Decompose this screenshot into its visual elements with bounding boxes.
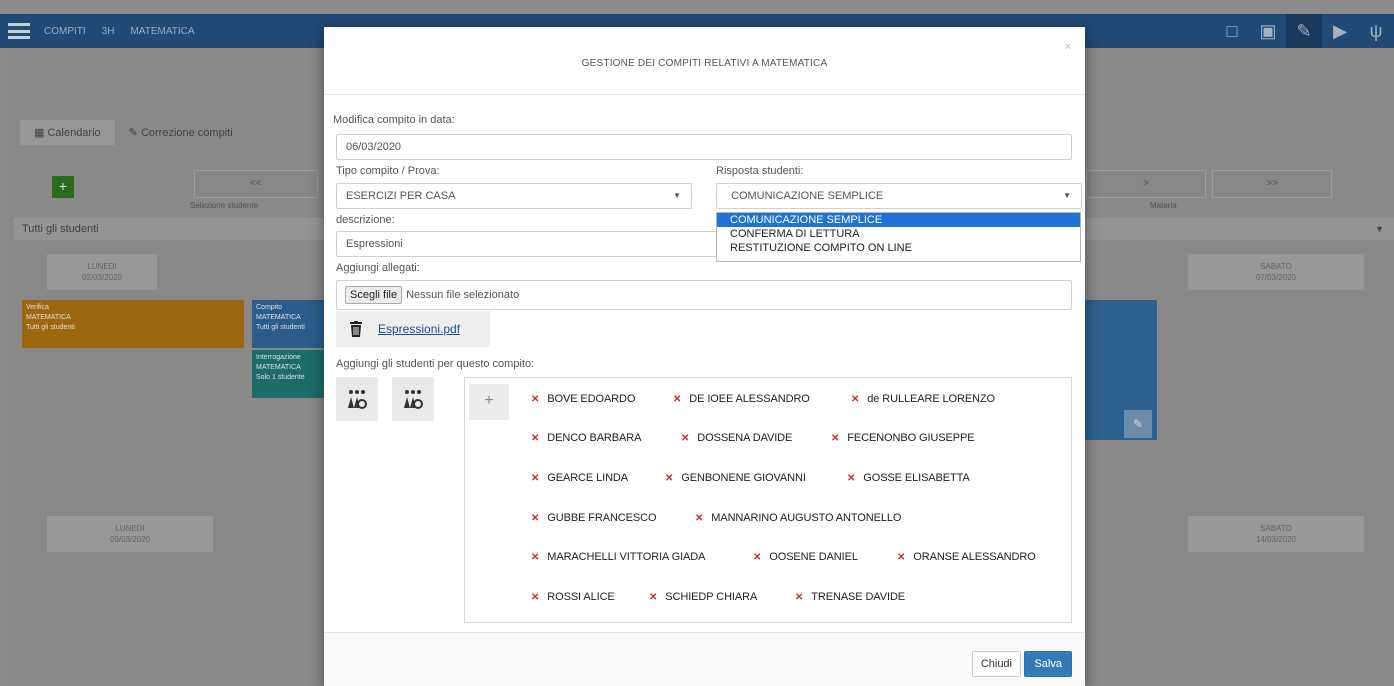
student-chip[interactable]: ✕ DOSSENA DAVIDE — [681, 432, 792, 444]
remove-icon[interactable]: ✕ — [753, 552, 761, 563]
add-group-button[interactable] — [336, 377, 378, 421]
remove-icon[interactable]: ✕ — [695, 513, 703, 524]
date-input[interactable]: 06/03/2020 — [336, 134, 1072, 160]
users-group-icon — [348, 390, 367, 409]
file-status: Nessun file selezionato — [406, 289, 520, 301]
remove-icon[interactable]: ✕ — [531, 592, 539, 603]
remove-icon[interactable]: ✕ — [531, 473, 539, 484]
response-option[interactable]: COMUNICAZIONE SEMPLICE — [717, 213, 1080, 227]
student-chip[interactable]: ✕ GEARCE LINDA — [531, 472, 628, 484]
type-label: Tipo compito / Prova: — [336, 165, 440, 177]
remove-icon[interactable]: ✕ — [847, 473, 855, 484]
response-label: Risposta studenti: — [716, 165, 804, 177]
remove-icon[interactable]: ✕ — [795, 592, 803, 603]
student-chip[interactable]: ✕ TRENASE DAVIDE — [795, 591, 905, 603]
modal-header: GESTIONE DEI COMPITI RELATIVI A MATEMATI… — [324, 27, 1085, 95]
remove-icon[interactable]: ✕ — [531, 552, 539, 563]
remove-icon[interactable]: ✕ — [649, 592, 657, 603]
student-chip[interactable]: ✕ FECENONBO GIUSEPPE — [831, 432, 975, 444]
students-label: Aggiungi gli studenti per questo compito… — [336, 358, 535, 370]
modal-footer: Chiudi Salva — [324, 632, 1085, 686]
remove-icon[interactable]: ✕ — [851, 394, 859, 405]
attachment-link[interactable]: Espressioni.pdf — [378, 322, 460, 336]
student-chip[interactable]: ✕ GOSSE ELISABETTA — [847, 472, 970, 484]
student-chip[interactable]: ✕ MARACHELLI VITTORIA GIADA — [531, 551, 705, 563]
student-chip[interactable]: ✕ ROSSI ALICE — [531, 591, 615, 603]
caret-down-icon: ▼ — [1063, 191, 1071, 200]
add-student-button[interactable]: + — [469, 384, 509, 420]
student-chip[interactable]: ✕ GUBBE FRANCESCO — [531, 512, 657, 524]
description-label: descrizione: — [336, 214, 395, 226]
student-chip[interactable]: ✕ DENCO BARBARA — [531, 432, 641, 444]
response-select[interactable]: COMUNICAZIONE SEMPLICE ▼ — [716, 183, 1082, 209]
users-group-icon — [404, 390, 423, 409]
student-chip[interactable]: ✕ DE IOEE ALESSANDRO — [673, 393, 810, 405]
description-input[interactable]: Espressioni — [336, 231, 726, 257]
student-chip[interactable]: ✕ ORANSE ALESSANDRO — [897, 551, 1036, 563]
close-icon[interactable]: × — [1065, 41, 1071, 53]
remove-icon[interactable]: ✕ — [681, 433, 689, 444]
file-input: Scegli file Nessun file selezionato — [336, 280, 1072, 310]
response-option[interactable]: RESTITUZIONE COMPITO ON LINE — [717, 241, 1080, 255]
students-box: + ✕ BOVE EDOARDO ✕ DE IOEE ALESSANDRO ✕ de … — [464, 377, 1072, 623]
student-chip[interactable]: ✕ SCHIEDP CHIARA — [649, 591, 757, 603]
close-button[interactable]: Chiudi — [971, 651, 1021, 677]
task-modal: GESTIONE DEI COMPITI RELATIVI A MATEMATI… — [324, 27, 1085, 686]
student-chip[interactable]: ✕ MANNARINO AUGUSTO ANTONELLO — [695, 512, 901, 524]
remove-icon[interactable]: ✕ — [897, 552, 905, 563]
remove-icon[interactable]: ✕ — [665, 473, 673, 484]
student-chip[interactable]: ✕ GENBONENE GIOVANNI — [665, 472, 806, 484]
student-chip[interactable]: ✕ de RULLEARE LORENZO — [851, 393, 995, 405]
response-option[interactable]: CONFERMA DI LETTURA — [717, 227, 1080, 241]
modal-title: GESTIONE DEI COMPITI RELATIVI A MATEMATI… — [581, 58, 828, 69]
student-chip[interactable]: ✕ BOVE EDOARDO — [531, 393, 635, 405]
student-chip[interactable]: ✕ OOSENE DANIEL — [753, 551, 858, 563]
remove-icon[interactable]: ✕ — [531, 433, 539, 444]
attachment-item: Espressioni.pdf — [336, 311, 490, 347]
caret-down-icon: ▼ — [673, 191, 681, 200]
save-button[interactable]: Salva — [1024, 651, 1072, 677]
attach-label: Aggiungi allegati: — [336, 262, 420, 274]
response-dropdown-list: COMUNICAZIONE SEMPLICE CONFERMA DI LETTU… — [716, 212, 1081, 262]
remove-icon[interactable]: ✕ — [673, 394, 681, 405]
trash-icon[interactable] — [350, 321, 362, 337]
remove-group-button[interactable] — [392, 377, 434, 421]
remove-icon[interactable]: ✕ — [531, 513, 539, 524]
remove-icon[interactable]: ✕ — [831, 433, 839, 444]
choose-file-button[interactable]: Scegli file — [345, 286, 403, 304]
date-label: Modifica compito in data: — [333, 114, 455, 126]
remove-icon[interactable]: ✕ — [531, 394, 539, 405]
type-select[interactable]: ESERCIZI PER CASA ▼ — [336, 183, 692, 209]
